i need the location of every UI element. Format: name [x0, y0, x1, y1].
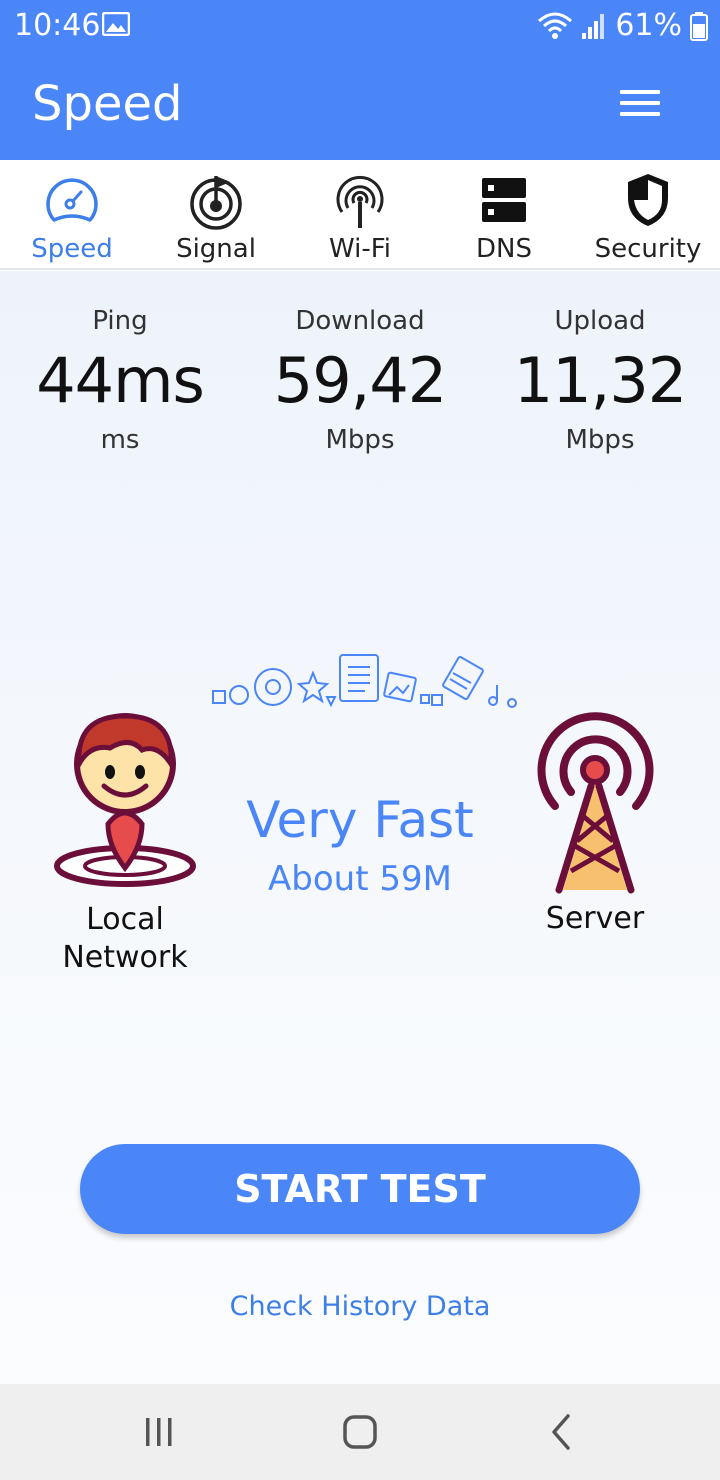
tab-label: DNS [476, 234, 532, 264]
upload-value: 11,32 [513, 344, 688, 417]
download-label: Download [295, 306, 425, 336]
status-bar: 10:46 61% [0, 0, 720, 52]
tab-speed[interactable]: Speed [0, 160, 144, 268]
ping-label: Ping [92, 306, 148, 336]
download-value: 59,42 [273, 344, 448, 417]
battery-percentage: 61% [615, 8, 682, 43]
tab-security[interactable]: Security [576, 160, 720, 268]
status-time: 10:46 [14, 8, 101, 43]
tab-label: Security [594, 234, 702, 264]
download-unit: Mbps [325, 425, 395, 455]
tab-label: Signal [176, 234, 256, 264]
app-bar: Speed [0, 52, 720, 160]
data-transfer-icons [212, 654, 517, 708]
status-indicators: 61% [537, 8, 708, 43]
gallery-notification-icon [102, 12, 130, 36]
battery-icon [690, 11, 708, 41]
speed-test-panel: Ping 44ms ms Download 59,42 Mbps Upload … [0, 271, 720, 1384]
wifi-antenna-icon [336, 175, 384, 228]
tab-wifi[interactable]: Wi-Fi [288, 160, 432, 268]
tab-label: Speed [31, 234, 113, 264]
shield-icon [628, 174, 668, 226]
signal-radar-icon [190, 176, 242, 230]
home-icon[interactable] [340, 1412, 380, 1452]
ping-stat: Ping 44ms ms [0, 306, 240, 455]
recent-apps-icon[interactable] [139, 1412, 179, 1452]
server-label: Server [545, 901, 645, 936]
speed-estimate: About 59M [268, 859, 452, 899]
tab-signal[interactable]: Signal [144, 160, 288, 268]
upload-label: Upload [554, 306, 646, 336]
wifi-status-icon [538, 12, 573, 39]
speed-rating: Very Fast [246, 791, 474, 849]
stats-row: Ping 44ms ms Download 59,42 Mbps Upload … [0, 306, 720, 455]
system-nav-bar [0, 1384, 720, 1480]
tab-label: Wi-Fi [328, 234, 392, 264]
ping-value: 44ms [36, 344, 205, 417]
tab-bar: Speed Signal Wi-Fi DNS Security [0, 160, 720, 270]
start-test-button[interactable]: START TEST [80, 1144, 640, 1234]
download-stat: Download 59,42 Mbps [240, 306, 480, 455]
menu-button[interactable] [620, 90, 660, 120]
upload-stat: Upload 11,32 Mbps [480, 306, 720, 455]
menu-icon [620, 90, 660, 94]
upload-unit: Mbps [565, 425, 635, 455]
server-icon [482, 178, 526, 222]
ping-unit: ms [100, 425, 140, 455]
cell-signal-icon [582, 13, 605, 39]
server-tower-icon [537, 712, 654, 894]
check-history-link[interactable]: Check History Data [160, 1291, 560, 1322]
local-network-label: Local Network [62, 902, 188, 975]
page-title: Speed [32, 76, 183, 132]
speedometer-icon [46, 178, 98, 222]
back-icon[interactable] [542, 1412, 582, 1452]
tab-dns[interactable]: DNS [432, 160, 576, 268]
